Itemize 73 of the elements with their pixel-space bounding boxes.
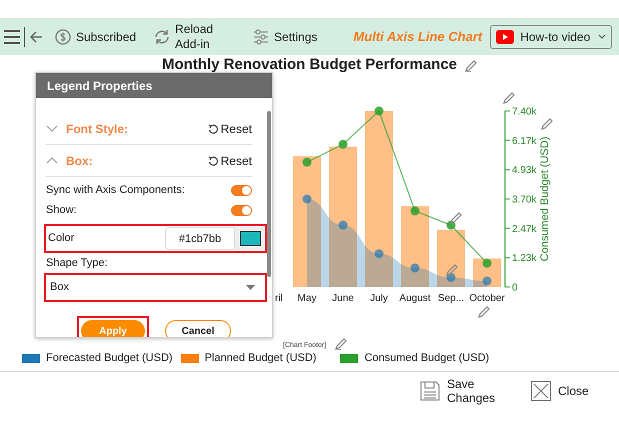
reset-button[interactable]: Reset bbox=[208, 120, 252, 138]
close-button[interactable]: Close bbox=[531, 381, 589, 401]
toggle-switch[interactable] bbox=[231, 184, 252, 196]
legend-label: Forecasted Budget (USD) bbox=[46, 350, 173, 366]
pencil-icon bbox=[335, 338, 347, 350]
y-axis-title: Consumed Budget (USD) bbox=[539, 136, 551, 262]
reset-button[interactable]: Reset bbox=[208, 152, 252, 170]
data-point bbox=[410, 263, 420, 272]
toolbar-button[interactable]: Settings bbox=[253, 28, 318, 46]
data-point bbox=[338, 140, 348, 149]
pencil-icon[interactable] bbox=[446, 264, 458, 276]
chart-title: Monthly Renovation Budget Performance bbox=[162, 57, 458, 72]
data-point bbox=[410, 206, 420, 216]
reload-icon bbox=[154, 28, 170, 44]
reset-icon bbox=[208, 124, 218, 134]
reset-icon bbox=[208, 156, 218, 166]
toolbar-button[interactable]: Subscribed bbox=[55, 28, 136, 46]
data-point bbox=[302, 158, 312, 167]
x-axis-label: ril bbox=[275, 293, 283, 304]
pencil-icon bbox=[465, 60, 478, 72]
play-icon bbox=[496, 30, 514, 44]
data-point bbox=[482, 276, 492, 286]
panel-header: Legend Properties bbox=[36, 73, 272, 98]
toggle-switch[interactable] bbox=[231, 204, 252, 216]
back-arrow-icon[interactable] bbox=[29, 30, 43, 44]
y-axis-label: 1.23k bbox=[512, 253, 536, 264]
bar bbox=[473, 258, 501, 287]
data-point bbox=[446, 220, 456, 230]
y-axis-label: 2.47k bbox=[512, 224, 536, 235]
field-label: Shape Type: bbox=[46, 256, 109, 270]
x-axis-label: Sep... bbox=[438, 293, 464, 304]
scrollbar-thumb[interactable] bbox=[267, 111, 271, 277]
legend-label: Consumed Budget (USD) bbox=[364, 350, 490, 366]
x-axis-label: June bbox=[332, 293, 354, 304]
y-axis-label: 3.70k bbox=[512, 194, 536, 206]
data-point bbox=[374, 106, 384, 116]
x-axis-label: May bbox=[298, 293, 316, 304]
toggle-label: Sync with Axis Components: bbox=[46, 182, 185, 198]
close-icon bbox=[531, 381, 551, 401]
pencil-icon[interactable] bbox=[450, 212, 462, 224]
x-axis-label: August bbox=[399, 293, 431, 304]
chevron-up-icon bbox=[46, 157, 58, 164]
x-axis-label: July bbox=[370, 293, 388, 304]
x-axis-label: October bbox=[469, 293, 505, 304]
y-axis-label: 4.93k bbox=[512, 165, 536, 176]
y-axis-label: 7.40k bbox=[512, 106, 536, 118]
shape-type-dropdown[interactable]: Box bbox=[44, 273, 267, 302]
chevron-down-icon bbox=[598, 34, 606, 39]
app-title: Multi Axis Line Chart bbox=[353, 28, 482, 46]
chevron-down-icon bbox=[46, 125, 58, 132]
pencil-icon[interactable] bbox=[541, 118, 553, 130]
pencil-icon[interactable] bbox=[478, 306, 490, 318]
y-axis-label: 0 bbox=[512, 282, 518, 294]
data-point bbox=[482, 258, 492, 268]
pencil-icon[interactable] bbox=[503, 92, 515, 104]
legend-label: Planned Budget (USD) bbox=[204, 350, 316, 366]
video-button[interactable]: How-to video bbox=[490, 24, 612, 48]
color-input[interactable]: #1cb7bb bbox=[165, 227, 235, 250]
cancel-button[interactable]: Cancel bbox=[165, 320, 231, 337]
save-changes-button[interactable]: Save Changes bbox=[420, 377, 495, 405]
sliders-icon bbox=[253, 28, 270, 44]
dollar-coin-icon bbox=[55, 28, 71, 44]
data-point bbox=[374, 249, 384, 258]
data-point bbox=[338, 220, 348, 230]
y-axis-label: 6.17k bbox=[512, 136, 536, 147]
data-point bbox=[302, 194, 312, 204]
color-swatch[interactable] bbox=[240, 231, 260, 246]
toolbar-button[interactable]: Reload Add-in bbox=[154, 22, 216, 52]
data-point bbox=[446, 272, 456, 282]
dropdown-caret-icon bbox=[246, 285, 255, 290]
field-label: Color bbox=[48, 231, 74, 246]
menu-icon[interactable] bbox=[4, 30, 20, 44]
toggle-label: Show: bbox=[46, 202, 77, 218]
